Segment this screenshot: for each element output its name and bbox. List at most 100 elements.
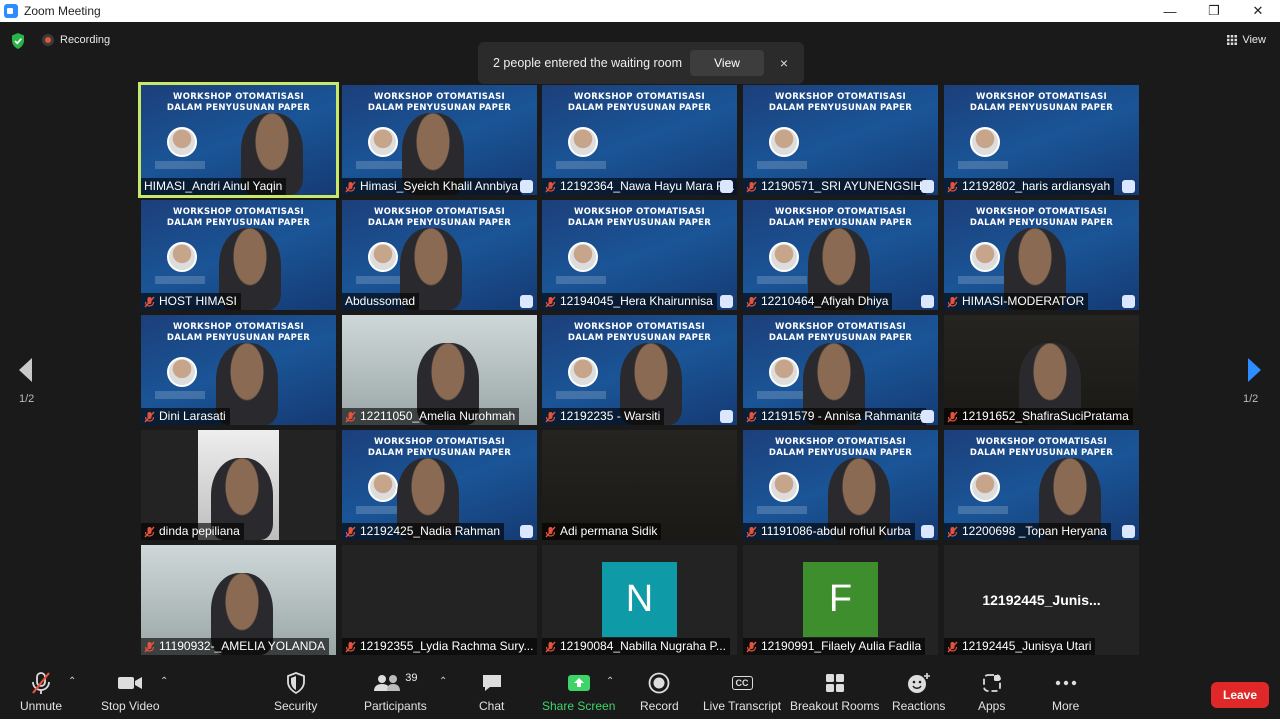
participant-tile[interactable]: N 12190084_Nabilla Nugraha P... [542, 545, 737, 655]
banner-line-1: WORKSHOP OTOMATISASI [173, 92, 304, 102]
previous-page-arrow-icon[interactable] [16, 355, 36, 385]
video-options-chevron-icon[interactable]: ⌃ [160, 676, 168, 687]
banner-line-2: DALAM PENYUSUNAN PAPER [367, 218, 512, 228]
minimize-button[interactable]: — [1148, 0, 1192, 22]
breakout-rooms-icon [825, 670, 845, 696]
participant-tile[interactable]: WORKSHOP OTOMATISASI DALAM PENYUSUNAN PAP… [743, 200, 938, 310]
participant-tile[interactable]: 12192445_Junis... 12192445_Junisya Utari [944, 545, 1139, 655]
participant-tile[interactable]: Adi permana Sidik [542, 430, 737, 540]
more-dots-icon [1055, 670, 1077, 696]
participant-name-label: 12192355_Lydia Rachma Sury... [342, 638, 537, 655]
chat-button[interactable]: Chat [479, 670, 504, 713]
participant-name: 11191086-abdul rofiul Kurba [761, 524, 911, 538]
reactions-button[interactable]: Reactions [892, 670, 945, 713]
mic-muted-icon [144, 641, 155, 652]
breakout-rooms-button[interactable]: Breakout Rooms [790, 670, 879, 713]
close-notification-icon[interactable]: × [774, 55, 794, 71]
zoom-app-icon [4, 4, 18, 18]
waiting-room-view-button[interactable]: View [690, 50, 765, 76]
presentation-banner: WORKSHOP OTOMATISASI DALAM PENYUSUNAN PAP… [147, 322, 330, 344]
participants-options-chevron-icon[interactable]: ⌃ [439, 676, 447, 687]
participant-tile[interactable]: WORKSHOP OTOMATISASI DALAM PENYUSUNAN PAP… [944, 430, 1139, 540]
participant-tile[interactable]: WORKSHOP OTOMATISASI DALAM PENYUSUNAN PAP… [542, 85, 737, 195]
share-screen-button[interactable]: Share Screen [542, 670, 615, 713]
presentation-banner: WORKSHOP OTOMATISASI DALAM PENYUSUNAN PAP… [749, 92, 932, 114]
restore-button[interactable]: ❐ [1192, 0, 1236, 22]
participant-tile[interactable]: WORKSHOP OTOMATISASI DALAM PENYUSUNAN PAP… [743, 85, 938, 195]
banner-line-2: DALAM PENYUSUNAN PAPER [166, 218, 311, 228]
participant-tile[interactable]: WORKSHOP OTOMATISASI DALAM PENYUSUNAN PAP… [342, 430, 537, 540]
meeting-toolbar: Unmute ⌃ Stop Video ⌃ Security 39 Partic… [0, 664, 1280, 719]
participants-label: Participants [364, 699, 427, 713]
apps-icon [982, 670, 1002, 696]
participant-name-label: HOST HIMASI [141, 293, 241, 310]
participant-name: 12210464_Afiyah Dhiya [761, 294, 889, 308]
participant-name-label: Abdussomad [342, 293, 420, 310]
view-layout-button[interactable]: View [1227, 34, 1266, 46]
participant-tile[interactable]: dinda pepiliana [141, 430, 336, 540]
participant-name: Himasi_Syeich Khalil Annbiya [360, 179, 519, 193]
participant-tile[interactable]: 12211050_Amelia Nurohmah [342, 315, 537, 425]
unmute-label: Unmute [20, 699, 63, 713]
participant-tile[interactable]: 11190932-_AMELIA YOLANDA [141, 545, 336, 655]
leave-meeting-button[interactable]: Leave [1211, 682, 1269, 708]
share-options-chevron-icon[interactable]: ⌃ [606, 676, 614, 687]
mic-muted-icon [345, 411, 356, 422]
participant-tile[interactable]: 12192355_Lydia Rachma Sury... [342, 545, 537, 655]
presentation-banner: WORKSHOP OTOMATISASI DALAM PENYUSUNAN PAP… [548, 207, 731, 229]
participant-tile[interactable]: 12191652_ShafiraSuciPratama [944, 315, 1139, 425]
close-window-button[interactable]: ✕ [1236, 0, 1280, 22]
participant-tile[interactable]: WORKSHOP OTOMATISASI DALAM PENYUSUNAN PAP… [743, 315, 938, 425]
speaker-info-block [155, 391, 205, 399]
apps-button[interactable]: Apps [978, 670, 1005, 713]
speaker-info-block [958, 161, 1008, 169]
participant-tile[interactable]: WORKSHOP OTOMATISASI DALAM PENYUSUNAN PAP… [542, 315, 737, 425]
audio-options-chevron-icon[interactable]: ⌃ [68, 676, 76, 687]
next-page-arrow-icon[interactable] [1244, 355, 1264, 385]
speaker-photo [970, 242, 1000, 272]
presentation-banner: WORKSHOP OTOMATISASI DALAM PENYUSUNAN PAP… [348, 92, 531, 114]
banner-line-2: DALAM PENYUSUNAN PAPER [166, 103, 311, 113]
speaker-info-block [757, 506, 807, 514]
participant-tile[interactable]: WORKSHOP OTOMATISASI DALAM PENYUSUNAN PAP… [342, 200, 537, 310]
security-button[interactable]: Security [274, 670, 317, 713]
presentation-banner: WORKSHOP OTOMATISASI DALAM PENYUSUNAN PAP… [950, 207, 1133, 229]
banner-line-1: WORKSHOP OTOMATISASI [574, 92, 705, 102]
participant-name: 12192364_Nawa Hayu Mara R... [560, 179, 735, 193]
participant-tile[interactable]: WORKSHOP OTOMATISASI DALAM PENYUSUNAN PAP… [743, 430, 938, 540]
speaker-photo [568, 127, 598, 157]
presentation-banner: WORKSHOP OTOMATISASI DALAM PENYUSUNAN PAP… [749, 437, 932, 459]
participant-tile[interactable]: WORKSHOP OTOMATISASI DALAM PENYUSUNAN PAP… [141, 315, 336, 425]
participant-name-label: 12192802_haris ardiansyah [944, 178, 1115, 195]
participants-button[interactable]: 39 Participants [364, 670, 427, 713]
recording-indicator[interactable]: Recording [42, 34, 110, 46]
participant-tile[interactable]: WORKSHOP OTOMATISASI DALAM PENYUSUNAN PAP… [944, 200, 1139, 310]
participant-name-label: 12211050_Amelia Nurohmah [342, 408, 520, 425]
unmute-button[interactable]: Unmute [20, 670, 62, 713]
participant-tile[interactable]: F 12190991_Filaely Aulia Fadila [743, 545, 938, 655]
share-screen-label: Share Screen [542, 699, 616, 713]
participant-name-label: 12192235 - Warsiti [542, 408, 665, 425]
stop-video-button[interactable]: Stop Video [101, 670, 160, 713]
participant-tile[interactable]: WORKSHOP OTOMATISASI DALAM PENYUSUNAN PAP… [342, 85, 537, 195]
participant-tile[interactable]: WORKSHOP OTOMATISASI DALAM PENYUSUNAN PAP… [542, 200, 737, 310]
mic-muted-icon [345, 181, 356, 192]
cc-icon-label: CC [731, 676, 753, 690]
page-indicator-left: 1/2 [19, 393, 35, 405]
encryption-shield-icon[interactable] [11, 33, 25, 49]
presentation-banner: WORKSHOP OTOMATISASI DALAM PENYUSUNAN PAP… [147, 207, 330, 229]
banner-line-1: WORKSHOP OTOMATISASI [574, 322, 705, 332]
participant-tile[interactable]: WORKSHOP OTOMATISASI DALAM PENYUSUNAN PAP… [141, 200, 336, 310]
campus-logo-icon [520, 525, 533, 538]
record-button[interactable]: Record [640, 670, 679, 713]
banner-line-1: WORKSHOP OTOMATISASI [775, 92, 906, 102]
banner-line-1: WORKSHOP OTOMATISASI [976, 437, 1107, 447]
speaker-info-block [356, 161, 406, 169]
mic-muted-icon [545, 181, 556, 192]
participant-tile[interactable]: WORKSHOP OTOMATISASI DALAM PENYUSUNAN PAP… [138, 82, 339, 198]
mic-muted-icon [947, 181, 958, 192]
participant-tile[interactable]: WORKSHOP OTOMATISASI DALAM PENYUSUNAN PAP… [944, 85, 1139, 195]
live-transcript-button[interactable]: CC Live Transcript [703, 670, 781, 713]
waiting-room-message: 2 people entered the waiting room [493, 56, 683, 70]
more-button[interactable]: More [1052, 670, 1079, 713]
